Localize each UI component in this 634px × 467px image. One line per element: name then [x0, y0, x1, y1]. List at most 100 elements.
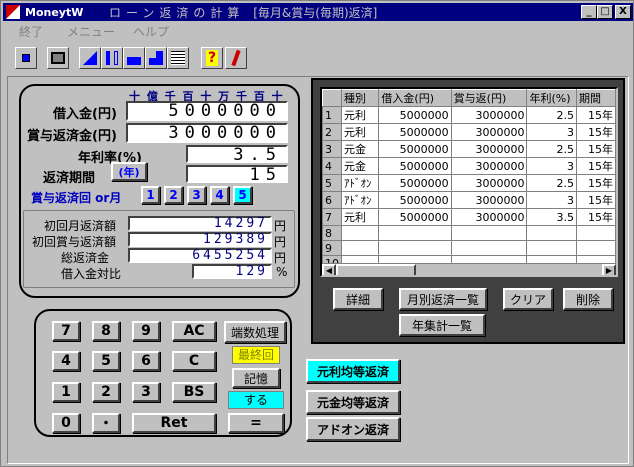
- table-cell[interactable]: 15年: [576, 174, 616, 192]
- table-row[interactable]: 3 元金 5000000 3000000 2.5 15年: [322, 140, 616, 158]
- minimize-button[interactable]: _: [581, 5, 597, 19]
- table-cell[interactable]: 元利: [340, 208, 380, 226]
- key-1[interactable]: 1: [52, 382, 80, 402]
- bonus-input[interactable]: 3000000: [126, 123, 288, 143]
- add-on-button[interactable]: アドオン返済: [306, 417, 400, 441]
- table-cell[interactable]: 15年: [576, 123, 616, 141]
- yearly-list-button[interactable]: 年集計一覧: [399, 314, 485, 336]
- table-cell[interactable]: 元利: [340, 106, 380, 124]
- table-cell[interactable]: 5000000: [378, 123, 452, 141]
- edit-icon[interactable]: [225, 47, 247, 69]
- table-cell[interactable]: 3: [526, 123, 578, 141]
- bonus-times-1[interactable]: 1: [141, 186, 160, 204]
- steps-icon[interactable]: [145, 47, 167, 69]
- clear-button[interactable]: クリア: [503, 288, 553, 310]
- table-cell[interactable]: 2.5: [526, 174, 578, 192]
- equal-principal-interest-button[interactable]: 元利均等返済: [306, 359, 400, 383]
- table-row[interactable]: 5 ｱﾄﾞｵﾝ 5000000 3000000 2.5 15年: [322, 174, 616, 192]
- key-0[interactable]: 0: [52, 413, 80, 433]
- key-ret[interactable]: Ret: [132, 413, 216, 433]
- table-cell[interactable]: 5000000: [378, 191, 452, 209]
- key-dot[interactable]: ・: [92, 413, 120, 433]
- header-rate[interactable]: 年利(%): [526, 89, 578, 107]
- header-period[interactable]: 期間: [576, 89, 616, 107]
- monitor-icon[interactable]: [47, 47, 69, 69]
- table-cell[interactable]: 3000000: [450, 140, 528, 158]
- bonus-times-2[interactable]: 2: [164, 186, 183, 204]
- menu-exit[interactable]: 終了: [19, 23, 43, 40]
- period-unit-button[interactable]: (年): [111, 162, 147, 181]
- table-cell[interactable]: [450, 240, 528, 256]
- table-cell[interactable]: 3000000: [450, 123, 528, 141]
- table-cell[interactable]: 元金: [340, 140, 380, 158]
- table-cell[interactable]: 5000000: [378, 140, 452, 158]
- key-9[interactable]: 9: [132, 321, 160, 341]
- table-cell[interactable]: [378, 225, 452, 241]
- table-cell[interactable]: [340, 240, 380, 256]
- table-cell[interactable]: [576, 225, 616, 241]
- loan-input[interactable]: 5000000: [126, 101, 288, 121]
- key-ac[interactable]: AC: [172, 321, 216, 341]
- table-cell[interactable]: ｱﾄﾞｵﾝ: [340, 191, 380, 209]
- table-cell[interactable]: 15年: [576, 208, 616, 226]
- table-row[interactable]: 8: [322, 225, 616, 241]
- menu-menu[interactable]: メニュー: [67, 23, 115, 40]
- table-row[interactable]: 6 ｱﾄﾞｵﾝ 5000000 3000000 3 15年: [322, 191, 616, 209]
- table-cell[interactable]: 3.5: [526, 208, 578, 226]
- maximize-button[interactable]: □: [597, 5, 613, 19]
- bar-chart-icon[interactable]: [101, 47, 123, 69]
- table-cell[interactable]: 3000000: [450, 208, 528, 226]
- table-cell[interactable]: ｱﾄﾞｵﾝ: [340, 174, 380, 192]
- bonus-times-5[interactable]: 5: [233, 186, 252, 204]
- table-cell[interactable]: 3000000: [450, 106, 528, 124]
- table-cell[interactable]: [340, 225, 380, 241]
- key-equals[interactable]: =: [228, 413, 284, 433]
- table-cell[interactable]: 5000000: [378, 208, 452, 226]
- table-cell[interactable]: [450, 225, 528, 241]
- header-bonus[interactable]: 賞与返(円): [450, 89, 528, 107]
- table-row[interactable]: 2 元利 5000000 3000000 3 15年: [322, 123, 616, 141]
- table-row[interactable]: 4 元金 5000000 3000000 3 15年: [322, 157, 616, 175]
- horizontal-scrollbar[interactable]: ◀ ▶: [322, 263, 616, 275]
- box-icon[interactable]: [123, 47, 145, 69]
- scroll-thumb[interactable]: [336, 264, 416, 275]
- square-icon[interactable]: [15, 47, 37, 69]
- table-cell[interactable]: 15年: [576, 106, 616, 124]
- key-bs[interactable]: BS: [172, 382, 216, 402]
- list-icon[interactable]: [167, 47, 189, 69]
- key-2[interactable]: 2: [92, 382, 120, 402]
- table-cell[interactable]: 3000000: [450, 191, 528, 209]
- bonus-times-4[interactable]: 4: [210, 186, 229, 204]
- detail-button[interactable]: 詳細: [333, 288, 383, 310]
- table-cell[interactable]: [378, 240, 452, 256]
- key-5[interactable]: 5: [92, 351, 120, 371]
- table-cell[interactable]: 5000000: [378, 106, 452, 124]
- table-row[interactable]: 7 元利 5000000 3000000 3.5 15年: [322, 208, 616, 226]
- table-cell[interactable]: 3: [526, 157, 578, 175]
- table-cell[interactable]: 5000000: [378, 174, 452, 192]
- memory-button[interactable]: 記憶: [232, 368, 280, 388]
- table-cell[interactable]: 元金: [340, 157, 380, 175]
- table-cell[interactable]: [576, 240, 616, 256]
- table-cell[interactable]: 3000000: [450, 157, 528, 175]
- key-7[interactable]: 7: [52, 321, 80, 341]
- table-cell[interactable]: 3: [526, 191, 578, 209]
- table-cell[interactable]: 2.5: [526, 140, 578, 158]
- equal-principal-button[interactable]: 元金均等返済: [306, 390, 400, 414]
- delete-button[interactable]: 削除: [563, 288, 613, 310]
- table-cell[interactable]: 15年: [576, 157, 616, 175]
- help-icon[interactable]: ?: [201, 47, 223, 69]
- table-cell[interactable]: 15年: [576, 191, 616, 209]
- period-input[interactable]: 15: [186, 165, 288, 184]
- triangle-icon[interactable]: [79, 47, 101, 69]
- close-button[interactable]: X: [615, 5, 631, 19]
- key-4[interactable]: 4: [52, 351, 80, 371]
- header-loan[interactable]: 借入金(円): [378, 89, 452, 107]
- memory-do-toggle[interactable]: する: [228, 391, 284, 409]
- table-row[interactable]: 1 元利 5000000 3000000 2.5 15年: [322, 106, 616, 124]
- table-cell[interactable]: 15年: [576, 140, 616, 158]
- table-cell[interactable]: 元利: [340, 123, 380, 141]
- key-8[interactable]: 8: [92, 321, 120, 341]
- last-time-indicator[interactable]: 最終回: [232, 346, 280, 364]
- header-type[interactable]: 種別: [340, 89, 380, 107]
